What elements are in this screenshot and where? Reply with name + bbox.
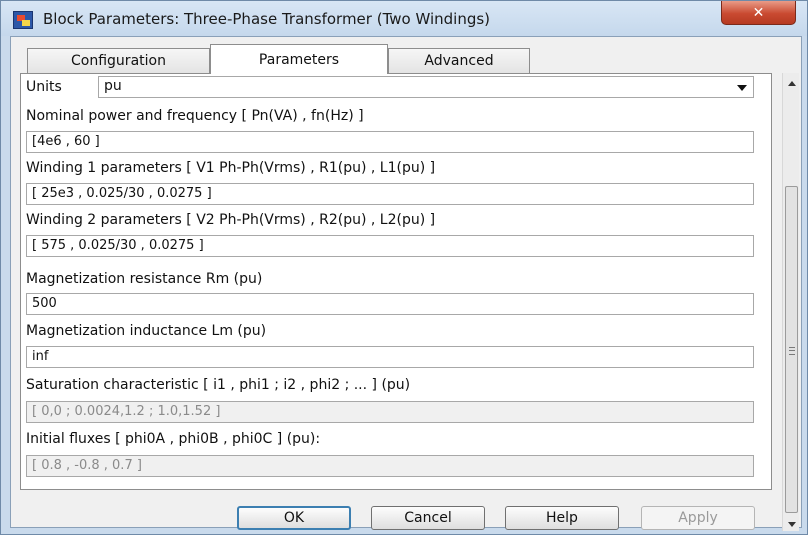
help-button[interactable]: Help — [505, 506, 619, 530]
simulink-block-icon — [13, 11, 33, 29]
tab-parameters[interactable]: Parameters — [210, 44, 388, 74]
winding2-field[interactable]: [ 575 , 0.025/30 , 0.0275 ] — [26, 235, 754, 257]
apply-button: Apply — [641, 506, 755, 530]
winding1-field[interactable]: [ 25e3 , 0.025/30 , 0.0275 ] — [26, 183, 754, 205]
initial-fluxes-label: Initial fluxes [ phi0A , phi0B , phi0C ]… — [26, 431, 321, 447]
initial-fluxes-field: [ 0.8 , -0.8 , 0.7 ] — [26, 455, 754, 477]
close-button[interactable]: ✕ — [721, 1, 796, 25]
tab-configuration[interactable]: Configuration — [27, 48, 210, 73]
magnetization-inductance-label: Magnetization inductance Lm (pu) — [26, 323, 267, 339]
nominal-power-field[interactable]: [4e6 , 60 ] — [26, 131, 754, 153]
cancel-button[interactable]: Cancel — [371, 506, 485, 530]
magnetization-resistance-field[interactable]: 500 — [26, 293, 754, 315]
chevron-down-icon — [737, 85, 747, 91]
vertical-scrollbar[interactable] — [782, 73, 799, 531]
grip-icon — [789, 347, 795, 355]
tab-advanced[interactable]: Advanced — [388, 48, 530, 73]
saturation-characteristic-label: Saturation characteristic [ i1 , phi1 ; … — [26, 377, 411, 393]
units-select[interactable]: pu — [98, 76, 754, 98]
title-bar[interactable]: Block Parameters: Three-Phase Transforme… — [1, 1, 807, 36]
dialog-window: Block Parameters: Three-Phase Transforme… — [0, 0, 808, 535]
window-title: Block Parameters: Three-Phase Transforme… — [43, 10, 491, 28]
ok-button[interactable]: OK — [237, 506, 351, 530]
units-value: pu — [104, 78, 122, 94]
saturation-characteristic-field: [ 0,0 ; 0.0024,1.2 ; 1.0,1.52 ] — [26, 401, 754, 423]
winding1-label: Winding 1 parameters [ V1 Ph-Ph(Vrms) , … — [26, 160, 436, 176]
scroll-up-arrow-icon[interactable] — [788, 81, 796, 86]
units-label: Units — [26, 79, 62, 95]
winding2-label: Winding 2 parameters [ V2 Ph-Ph(Vrms) , … — [26, 212, 436, 228]
magnetization-resistance-label: Magnetization resistance Rm (pu) — [26, 271, 263, 287]
scrollbar-thumb[interactable] — [785, 186, 798, 513]
scroll-down-arrow-icon[interactable] — [788, 522, 796, 527]
magnetization-inductance-field[interactable]: inf — [26, 346, 754, 368]
nominal-power-label: Nominal power and frequency [ Pn(VA) , f… — [26, 108, 364, 124]
